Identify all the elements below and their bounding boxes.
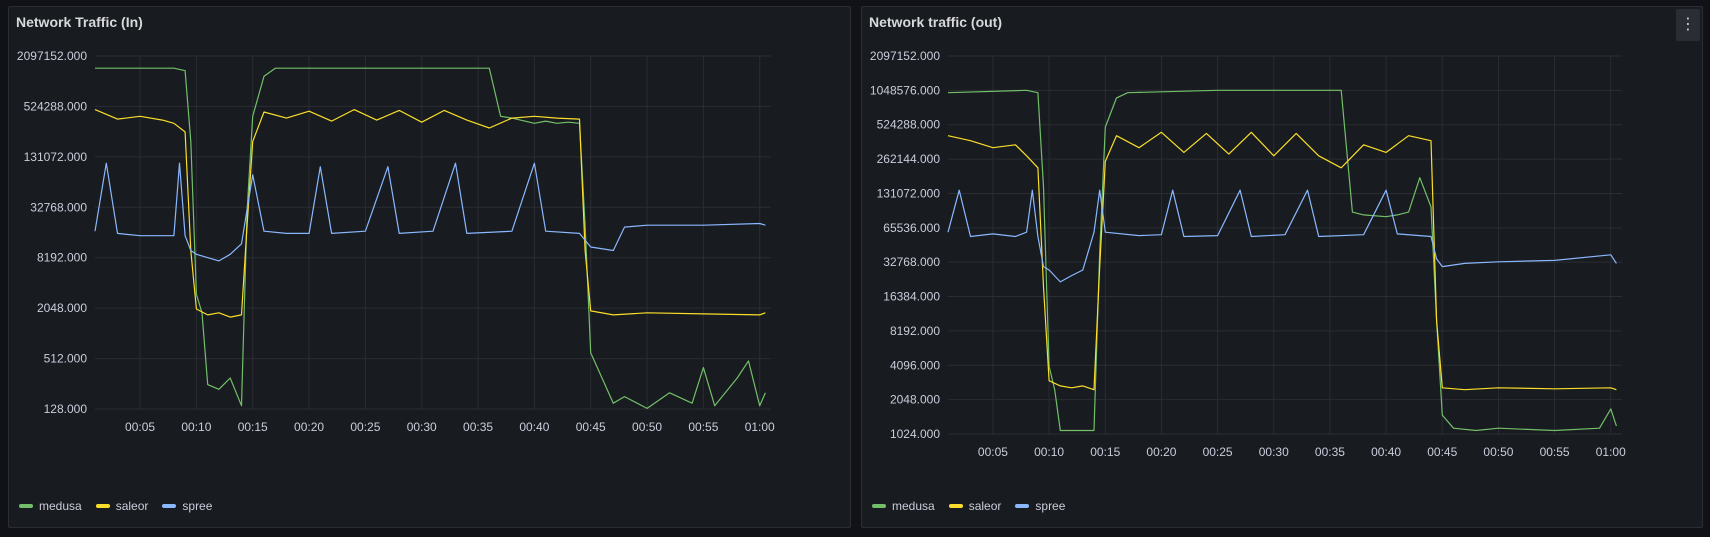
x-tick-label: 00:25 bbox=[350, 420, 380, 434]
legend-label: medusa bbox=[892, 499, 935, 513]
legend: medusa saleor spree bbox=[872, 499, 1065, 513]
y-tick-label: 2048.000 bbox=[890, 393, 940, 407]
legend-item-spree[interactable]: spree bbox=[162, 499, 212, 513]
panel-title[interactable]: Network Traffic (In) bbox=[16, 14, 143, 30]
x-tick-label: 00:50 bbox=[632, 420, 662, 434]
chart-network-traffic-out[interactable]: 2097152.000 1048576.000 524288.000 262144.0… bbox=[862, 41, 1704, 493]
y-tick-label: 131072.000 bbox=[24, 150, 88, 164]
y-tick-label: 128.000 bbox=[44, 402, 88, 416]
x-tick-label: 00:45 bbox=[1427, 445, 1457, 459]
x-tick-label: 00:30 bbox=[407, 420, 437, 434]
x-tick-label: 00:05 bbox=[125, 420, 155, 434]
y-tick-label: 524288.000 bbox=[877, 118, 941, 132]
chart-network-traffic-in[interactable]: 2097152.000 524288.000 131072.000 32768.000… bbox=[9, 41, 852, 493]
legend-swatch bbox=[19, 504, 33, 508]
x-tick-label: 00:10 bbox=[1034, 445, 1064, 459]
x-tick-label: 00:50 bbox=[1483, 445, 1513, 459]
y-tick-label: 2048.000 bbox=[37, 301, 87, 315]
x-tick-label: 00:45 bbox=[576, 420, 606, 434]
legend-swatch bbox=[872, 504, 886, 508]
series-line-spree[interactable] bbox=[947, 189, 1617, 283]
legend-label: spree bbox=[182, 499, 213, 513]
x-tick-label: 00:20 bbox=[294, 420, 324, 434]
panel-title[interactable]: Network traffic (out) bbox=[869, 14, 1002, 30]
y-tick-label: 1048576.000 bbox=[870, 83, 940, 97]
y-tick-label: 32768.000 bbox=[30, 200, 87, 214]
x-tick-label: 00:40 bbox=[1371, 445, 1401, 459]
legend-swatch bbox=[95, 504, 110, 508]
x-tick-label: 00:25 bbox=[1203, 445, 1233, 459]
legend: medusa saleor spree bbox=[19, 499, 212, 513]
legend-item-saleor[interactable]: saleor bbox=[948, 499, 1002, 513]
legend-item-medusa[interactable]: medusa bbox=[872, 499, 935, 513]
y-tick-label: 2097152.000 bbox=[870, 49, 940, 63]
x-tick-label: 00:30 bbox=[1259, 445, 1289, 459]
y-tick-label: 32768.000 bbox=[883, 255, 940, 269]
legend-item-medusa[interactable]: medusa bbox=[19, 499, 82, 513]
y-tick-label: 8192.000 bbox=[890, 324, 940, 338]
panel-network-traffic-out[interactable]: Network traffic (out) ⋮ 2097152.000 10485… bbox=[861, 6, 1703, 528]
x-tick-label: 00:20 bbox=[1146, 445, 1176, 459]
legend-swatch bbox=[162, 504, 177, 508]
panel-menu-button[interactable]: ⋮ bbox=[1676, 9, 1700, 41]
x-tick-label: 00:40 bbox=[519, 420, 549, 434]
legend-swatch bbox=[1015, 504, 1030, 508]
x-tick-label: 00:35 bbox=[1315, 445, 1345, 459]
y-tick-label: 65536.000 bbox=[883, 221, 940, 235]
x-tick-label: 00:15 bbox=[1090, 445, 1120, 459]
y-tick-label: 131072.000 bbox=[877, 186, 941, 200]
x-tick-label: 00:05 bbox=[978, 445, 1008, 459]
y-tick-label: 524288.000 bbox=[24, 99, 88, 113]
x-tick-label: 01:00 bbox=[745, 420, 775, 434]
legend-label: saleor bbox=[115, 499, 149, 513]
x-tick-label: 00:15 bbox=[238, 420, 268, 434]
series-line-spree[interactable] bbox=[94, 162, 766, 262]
x-tick-label: 00:10 bbox=[181, 420, 211, 434]
legend-item-saleor[interactable]: saleor bbox=[95, 499, 149, 513]
legend-label: spree bbox=[1035, 499, 1066, 513]
x-tick-label: 01:00 bbox=[1596, 445, 1626, 459]
legend-swatch bbox=[948, 504, 963, 508]
y-tick-label: 16384.000 bbox=[883, 290, 940, 304]
legend-item-spree[interactable]: spree bbox=[1015, 499, 1065, 513]
y-tick-label: 2097152.000 bbox=[17, 49, 87, 63]
x-tick-label: 00:55 bbox=[688, 420, 718, 434]
series-line-medusa[interactable] bbox=[947, 89, 1617, 432]
y-tick-label: 4096.000 bbox=[890, 358, 940, 372]
y-tick-label: 8192.000 bbox=[37, 251, 87, 265]
series-line-medusa[interactable] bbox=[95, 67, 766, 409]
panel-network-traffic-in[interactable]: Network Traffic (In) 2097152.000 524288.0… bbox=[8, 6, 851, 528]
y-tick-label: 1024.000 bbox=[890, 427, 940, 441]
x-tick-label: 00:35 bbox=[463, 420, 493, 434]
legend-label: medusa bbox=[39, 499, 82, 513]
x-tick-label: 00:55 bbox=[1540, 445, 1570, 459]
y-tick-label: 512.000 bbox=[44, 352, 88, 366]
legend-label: saleor bbox=[968, 499, 1002, 513]
y-tick-label: 262144.000 bbox=[877, 152, 941, 166]
kebab-menu-icon: ⋮ bbox=[1680, 16, 1696, 33]
